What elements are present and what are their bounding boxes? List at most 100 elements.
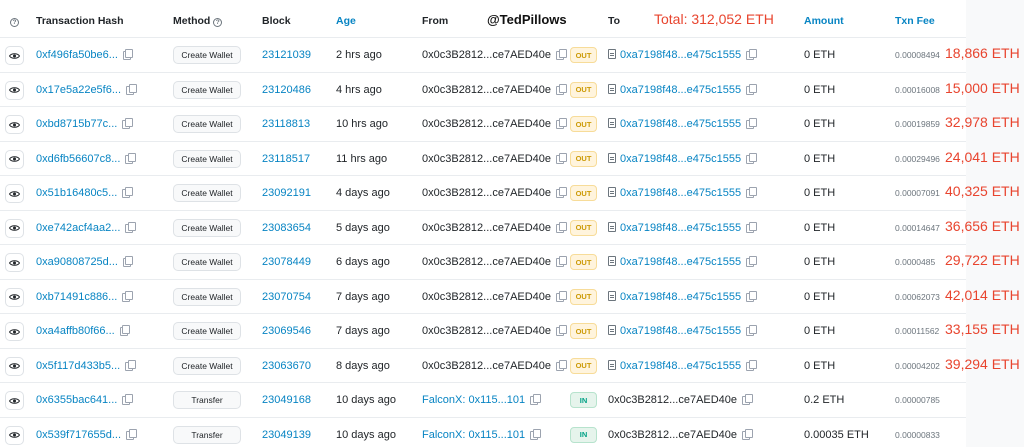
copy-icon[interactable] — [119, 325, 131, 336]
copy-icon[interactable] — [122, 118, 133, 129]
to-address-text[interactable]: 0xa7198f48...e475c1555 — [620, 222, 741, 234]
copy-icon[interactable] — [556, 49, 567, 60]
block-link[interactable]: 23049168 — [262, 394, 311, 406]
block-link[interactable]: 23121039 — [262, 49, 311, 61]
view-details-button[interactable] — [5, 425, 24, 445]
to-address-text[interactable]: 0xa7198f48...e475c1555 — [620, 84, 741, 96]
transaction-hash-link[interactable]: 0x17e5a22e5f6... — [36, 83, 137, 96]
copy-icon[interactable] — [556, 118, 567, 129]
copy-icon[interactable] — [746, 118, 757, 129]
transaction-hash-text[interactable]: 0xbd8715b77c... — [36, 118, 117, 130]
from-address-text[interactable]: FalconX: 0x115...101 — [422, 429, 525, 441]
transaction-hash-link[interactable]: 0xbd8715b77c... — [36, 118, 133, 130]
view-details-button[interactable] — [5, 149, 24, 169]
transaction-hash-link[interactable]: 0xf496fa50be6... — [36, 49, 134, 61]
block-link[interactable]: 23118813 — [262, 118, 310, 130]
view-details-button[interactable] — [5, 218, 24, 238]
to-address-text[interactable]: 0xa7198f48...e475c1555 — [620, 360, 741, 372]
transaction-hash-link[interactable]: 0xe742acf4aa2... — [36, 221, 136, 234]
transaction-hash-link[interactable]: 0xd6fb56607c8... — [36, 152, 136, 165]
block-link[interactable]: 23063670 — [262, 360, 311, 372]
to-address[interactable]: 0xa7198f48...e475c1555 — [608, 49, 757, 61]
block-link[interactable]: 23078449 — [262, 256, 311, 268]
block-link[interactable]: 23118517 — [262, 153, 310, 165]
block-link[interactable]: 23049139 — [262, 429, 311, 441]
from-address[interactable]: FalconX: 0x115...101 — [422, 428, 541, 441]
from-address[interactable]: FalconX: 0x115...101 — [422, 394, 541, 406]
copy-icon[interactable] — [530, 394, 541, 405]
to-address[interactable]: 0xa7198f48...e475c1555 — [608, 187, 757, 199]
transaction-hash-link[interactable]: 0xa4affb80f66... — [36, 325, 131, 337]
transaction-hash-text[interactable]: 0xf496fa50be6... — [36, 49, 118, 61]
copy-icon[interactable] — [746, 256, 757, 267]
transaction-hash-text[interactable]: 0x539f717655d... — [36, 429, 121, 441]
block-link[interactable]: 23120486 — [262, 84, 311, 96]
transaction-hash-link[interactable]: 0xb71491c886... — [36, 290, 133, 303]
to-address[interactable]: 0xa7198f48...e475c1555 — [608, 256, 757, 268]
copy-icon[interactable] — [746, 152, 757, 164]
header-age[interactable]: Age — [336, 15, 356, 27]
copy-icon[interactable] — [556, 325, 567, 336]
view-details-button[interactable] — [5, 184, 24, 203]
transaction-hash-link[interactable]: 0x6355bac641... — [36, 394, 133, 406]
copy-icon[interactable] — [126, 428, 137, 440]
from-address-text[interactable]: FalconX: 0x115...101 — [422, 394, 525, 406]
transaction-hash-link[interactable]: 0x5f117d433b5... — [36, 359, 136, 372]
block-link[interactable]: 23083654 — [262, 222, 311, 234]
copy-icon[interactable] — [122, 49, 134, 60]
copy-icon[interactable] — [556, 187, 567, 198]
copy-icon[interactable] — [742, 428, 753, 440]
transaction-hash-link[interactable]: 0x539f717655d... — [36, 428, 137, 441]
copy-icon[interactable] — [746, 325, 757, 336]
copy-icon[interactable] — [746, 49, 757, 60]
copy-icon[interactable] — [746, 187, 757, 198]
to-address[interactable]: 0xa7198f48...e475c1555 — [608, 221, 757, 234]
to-address[interactable]: 0xa7198f48...e475c1555 — [608, 152, 757, 165]
view-details-button[interactable] — [5, 253, 24, 272]
to-address-text[interactable]: 0xa7198f48...e475c1555 — [620, 291, 741, 303]
copy-icon[interactable] — [746, 221, 757, 233]
copy-icon[interactable] — [122, 394, 133, 405]
copy-icon[interactable] — [122, 187, 133, 198]
copy-icon[interactable] — [556, 152, 567, 164]
copy-icon[interactable] — [742, 394, 753, 405]
block-link[interactable]: 23069546 — [262, 325, 311, 337]
transaction-hash-link[interactable]: 0x51b16480c5... — [36, 187, 133, 199]
transaction-hash-text[interactable]: 0xa90808725d... — [36, 256, 118, 268]
view-details-button[interactable] — [5, 322, 24, 341]
transaction-hash-text[interactable]: 0x5f117d433b5... — [36, 360, 120, 372]
to-address-text[interactable]: 0xa7198f48...e475c1555 — [620, 49, 741, 61]
copy-icon[interactable] — [746, 359, 757, 371]
transaction-hash-link[interactable]: 0xa90808725d... — [36, 256, 134, 268]
copy-icon[interactable] — [125, 221, 136, 233]
copy-icon[interactable] — [126, 83, 137, 95]
copy-icon[interactable] — [746, 83, 757, 95]
to-address-text[interactable]: 0xa7198f48...e475c1555 — [620, 118, 741, 130]
to-address-text[interactable]: 0xa7198f48...e475c1555 — [620, 256, 741, 268]
block-link[interactable]: 23070754 — [262, 291, 311, 303]
view-details-button[interactable] — [5, 391, 24, 410]
transaction-hash-text[interactable]: 0x17e5a22e5f6... — [36, 84, 121, 96]
to-address-text[interactable]: 0xa7198f48...e475c1555 — [620, 153, 741, 165]
to-address[interactable]: 0xa7198f48...e475c1555 — [608, 83, 757, 96]
copy-icon[interactable] — [556, 256, 567, 267]
transaction-hash-text[interactable]: 0xb71491c886... — [36, 291, 117, 303]
to-address[interactable]: 0xa7198f48...e475c1555 — [608, 359, 757, 372]
to-address[interactable]: 0xa7198f48...e475c1555 — [608, 290, 757, 303]
copy-icon[interactable] — [122, 290, 133, 302]
copy-icon[interactable] — [122, 256, 134, 267]
view-details-button[interactable] — [5, 46, 24, 65]
to-address[interactable]: 0xa7198f48...e475c1555 — [608, 118, 757, 130]
view-details-button[interactable] — [5, 356, 24, 376]
transaction-hash-text[interactable]: 0xd6fb56607c8... — [36, 153, 120, 165]
header-txn-fee[interactable]: Txn Fee — [895, 15, 935, 27]
transaction-hash-text[interactable]: 0x6355bac641... — [36, 394, 117, 406]
copy-icon[interactable] — [556, 359, 567, 371]
to-address-text[interactable]: 0xa7198f48...e475c1555 — [620, 325, 741, 337]
view-details-button[interactable] — [5, 287, 24, 307]
method-info-icon[interactable]: ? — [213, 18, 223, 27]
copy-icon[interactable] — [125, 359, 136, 371]
transaction-hash-text[interactable]: 0xa4affb80f66... — [36, 325, 115, 337]
copy-icon[interactable] — [556, 221, 567, 233]
view-details-button[interactable] — [5, 80, 24, 100]
